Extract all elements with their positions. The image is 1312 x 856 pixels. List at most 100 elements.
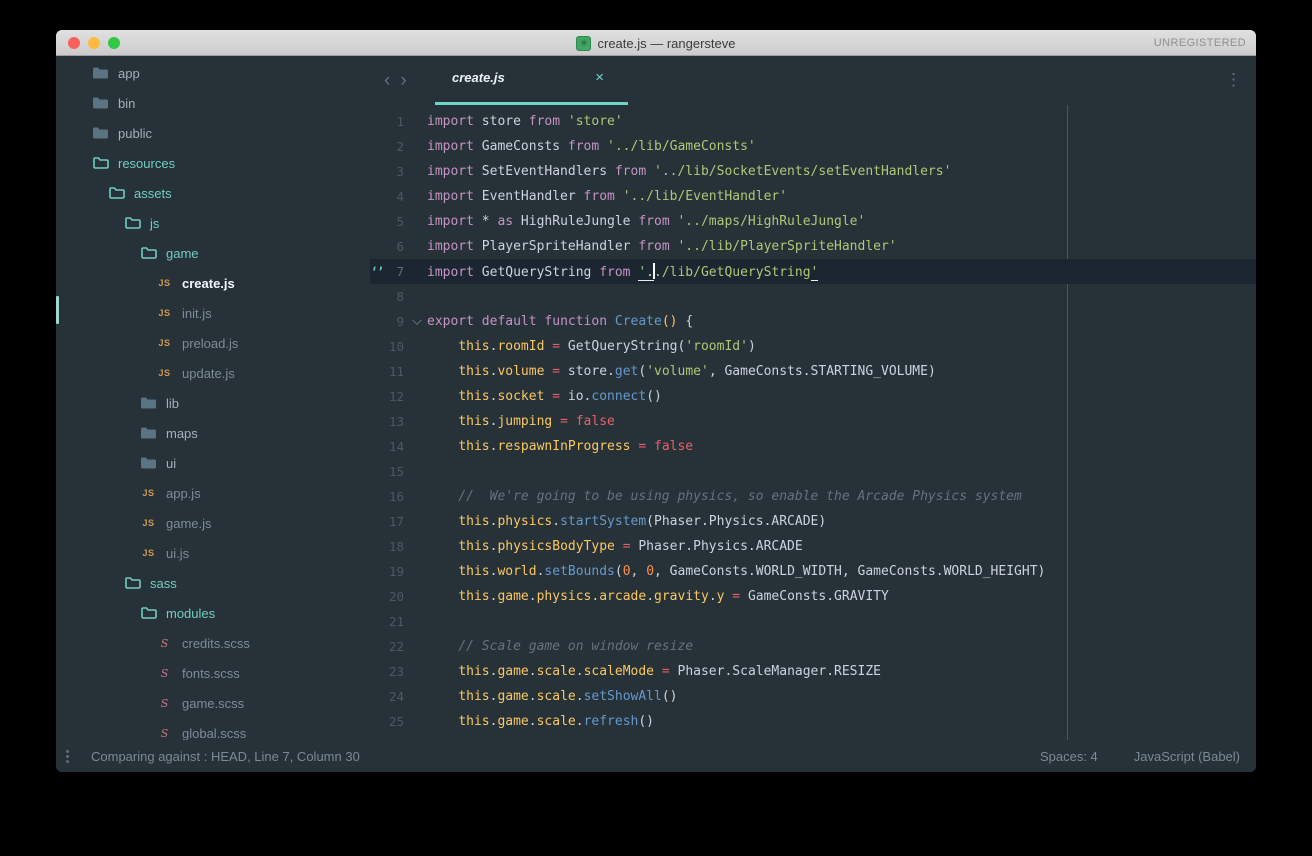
tree-item-label: sass bbox=[150, 576, 177, 591]
forward-arrow-icon[interactable]: › bbox=[400, 71, 406, 90]
sidebar-item-ui[interactable]: ui bbox=[56, 448, 370, 478]
sidebar-item-fonts-scss[interactable]: Sfonts.scss bbox=[56, 658, 370, 688]
code-line-16[interactable]: 16 // We're going to be using physics, s… bbox=[370, 484, 1256, 509]
status-menu-icon[interactable] bbox=[66, 750, 69, 763]
folder-open-icon bbox=[124, 577, 141, 589]
editor-pane: ‹ › create.js × ⋮ 1import store from 'st… bbox=[370, 56, 1256, 740]
line-number: 18 bbox=[384, 539, 404, 554]
line-number: 21 bbox=[384, 614, 404, 629]
sidebar-item-game-js[interactable]: JSgame.js bbox=[56, 508, 370, 538]
tree-item-label: credits.scss bbox=[182, 636, 250, 651]
folder-open-icon bbox=[92, 157, 109, 169]
code-line-25[interactable]: 25 this.game.scale.refresh() bbox=[370, 709, 1256, 734]
code-line-15[interactable]: 15 bbox=[370, 459, 1256, 484]
sidebar-item-global-scss[interactable]: Sglobal.scss bbox=[56, 718, 370, 740]
status-bar: Comparing against : HEAD, Line 7, Column… bbox=[56, 740, 1256, 772]
sidebar-item-assets[interactable]: assets bbox=[56, 178, 370, 208]
folder-open-icon bbox=[140, 607, 157, 619]
sidebar-item-bin[interactable]: bin bbox=[56, 88, 370, 118]
sidebar-item-maps[interactable]: maps bbox=[56, 418, 370, 448]
scss-file-icon: S bbox=[156, 637, 173, 650]
sidebar-item-public[interactable]: public bbox=[56, 118, 370, 148]
code-text: this.game.scale.scaleMode = Phaser.Scale… bbox=[427, 664, 881, 679]
code-line-2[interactable]: 2import GameConsts from '../lib/GameCons… bbox=[370, 134, 1256, 159]
code-text: import EventHandler from '../lib/EventHa… bbox=[427, 189, 787, 204]
line-number: 19 bbox=[384, 564, 404, 579]
tree-item-label: create.js bbox=[182, 276, 235, 291]
line-number: 10 bbox=[384, 339, 404, 354]
code-line-18[interactable]: 18 this.physicsBodyType = Phaser.Physics… bbox=[370, 534, 1256, 559]
back-arrow-icon[interactable]: ‹ bbox=[384, 71, 390, 90]
sidebar-item-create-js[interactable]: JScreate.js bbox=[56, 268, 370, 298]
tree-item-label: js bbox=[150, 216, 159, 231]
code-line-19[interactable]: 19 this.world.setBounds(0, 0, GameConsts… bbox=[370, 559, 1256, 584]
folder-closed-icon bbox=[140, 457, 157, 469]
code-line-4[interactable]: 4import EventHandler from '../lib/EventH… bbox=[370, 184, 1256, 209]
code-line-10[interactable]: 10 this.roomId = GetQueryString('roomId'… bbox=[370, 334, 1256, 359]
tree-item-label: global.scss bbox=[182, 726, 246, 741]
sidebar-item-sass[interactable]: sass bbox=[56, 568, 370, 598]
code-line-14[interactable]: 14 this.respawnInProgress = false bbox=[370, 434, 1256, 459]
window-title-group: ✳ create.js — rangersteve bbox=[56, 30, 1256, 56]
code-text: this.world.setBounds(0, 0, GameConsts.WO… bbox=[427, 564, 1045, 579]
sidebar-item-ui-js[interactable]: JSui.js bbox=[56, 538, 370, 568]
sidebar-item-modules[interactable]: modules bbox=[56, 598, 370, 628]
fold-chevron-icon[interactable] bbox=[412, 315, 422, 325]
line-number: 1 bbox=[384, 114, 404, 129]
sidebar-item-game[interactable]: game bbox=[56, 238, 370, 268]
code-line-21[interactable]: 21 bbox=[370, 609, 1256, 634]
line-number: 20 bbox=[384, 589, 404, 604]
sidebar-item-js[interactable]: js bbox=[56, 208, 370, 238]
code-text: import GameConsts from '../lib/GameConst… bbox=[427, 139, 756, 154]
sidebar-item-update-js[interactable]: JSupdate.js bbox=[56, 358, 370, 388]
tree-item-label: assets bbox=[134, 186, 172, 201]
tab-create-js[interactable]: create.js × bbox=[435, 56, 628, 105]
code-line-11[interactable]: 11 this.volume = store.get('volume', Gam… bbox=[370, 359, 1256, 384]
syntax-status[interactable]: JavaScript (Babel) bbox=[1134, 749, 1240, 764]
titlebar: ✳ create.js — rangersteve UNREGISTERED bbox=[56, 30, 1256, 56]
line-number: 11 bbox=[384, 364, 404, 379]
code-line-12[interactable]: 12 this.socket = io.connect() bbox=[370, 384, 1256, 409]
code-line-20[interactable]: 20 this.game.physics.arcade.gravity.y = … bbox=[370, 584, 1256, 609]
tree-item-label: game.scss bbox=[182, 696, 244, 711]
code-line-24[interactable]: 24 this.game.scale.setShowAll() bbox=[370, 684, 1256, 709]
sidebar-item-credits-scss[interactable]: Scredits.scss bbox=[56, 628, 370, 658]
tab-bar: ‹ › create.js × ⋮ bbox=[370, 56, 1256, 105]
tree-item-label: preload.js bbox=[182, 336, 238, 351]
js-file-icon: JS bbox=[140, 548, 157, 558]
code-line-13[interactable]: 13 this.jumping = false bbox=[370, 409, 1256, 434]
folder-closed-icon bbox=[140, 397, 157, 409]
sidebar-item-app-js[interactable]: JSapp.js bbox=[56, 478, 370, 508]
sidebar-item-init-js[interactable]: JSinit.js bbox=[56, 298, 370, 328]
overflow-menu-icon[interactable]: ⋮ bbox=[1225, 68, 1242, 92]
sidebar-item-app[interactable]: app bbox=[56, 58, 370, 88]
line-number: 12 bbox=[384, 389, 404, 404]
code-line-8[interactable]: 8 bbox=[370, 284, 1256, 309]
code-line-5[interactable]: 5import * as HighRuleJungle from '../map… bbox=[370, 209, 1256, 234]
code-text: import PlayerSpriteHandler from '../lib/… bbox=[427, 239, 897, 254]
unregistered-badge: UNREGISTERED bbox=[1154, 30, 1246, 56]
code-line-17[interactable]: 17 this.physics.startSystem(Phaser.Physi… bbox=[370, 509, 1256, 534]
sidebar-item-game-scss[interactable]: Sgame.scss bbox=[56, 688, 370, 718]
code-line-23[interactable]: 23 this.game.scale.scaleMode = Phaser.Sc… bbox=[370, 659, 1256, 684]
modified-line-icon: ‘’ bbox=[370, 266, 384, 278]
code-line-6[interactable]: 6import PlayerSpriteHandler from '../lib… bbox=[370, 234, 1256, 259]
code-line-7[interactable]: ‘’7import GetQueryString from '../lib/Ge… bbox=[370, 259, 1256, 284]
tab-close-icon[interactable]: × bbox=[595, 69, 604, 86]
sidebar-item-lib[interactable]: lib bbox=[56, 388, 370, 418]
tab-label: create.js bbox=[452, 70, 505, 85]
code-text: this.game.physics.arcade.gravity.y = Gam… bbox=[427, 589, 889, 604]
tree-item-label: fonts.scss bbox=[182, 666, 240, 681]
sidebar-item-preload-js[interactable]: JS preload.js bbox=[56, 328, 370, 358]
code-line-9[interactable]: 9export default function Create() { bbox=[370, 309, 1256, 334]
code-editor[interactable]: 1import store from 'store'2import GameCo… bbox=[370, 105, 1256, 740]
code-line-1[interactable]: 1import store from 'store' bbox=[370, 109, 1256, 134]
code-line-22[interactable]: 22 // Scale game on window resize bbox=[370, 634, 1256, 659]
sidebar-item-resources[interactable]: resources bbox=[56, 148, 370, 178]
code-text: this.roomId = GetQueryString('roomId') bbox=[427, 339, 756, 354]
code-text: // Scale game on window resize bbox=[427, 639, 693, 654]
code-line-3[interactable]: 3import SetEventHandlers from '../lib/So… bbox=[370, 159, 1256, 184]
tree-item-label: lib bbox=[166, 396, 179, 411]
js-file-icon: JS bbox=[156, 338, 173, 348]
indentation-status[interactable]: Spaces: 4 bbox=[1040, 749, 1098, 764]
